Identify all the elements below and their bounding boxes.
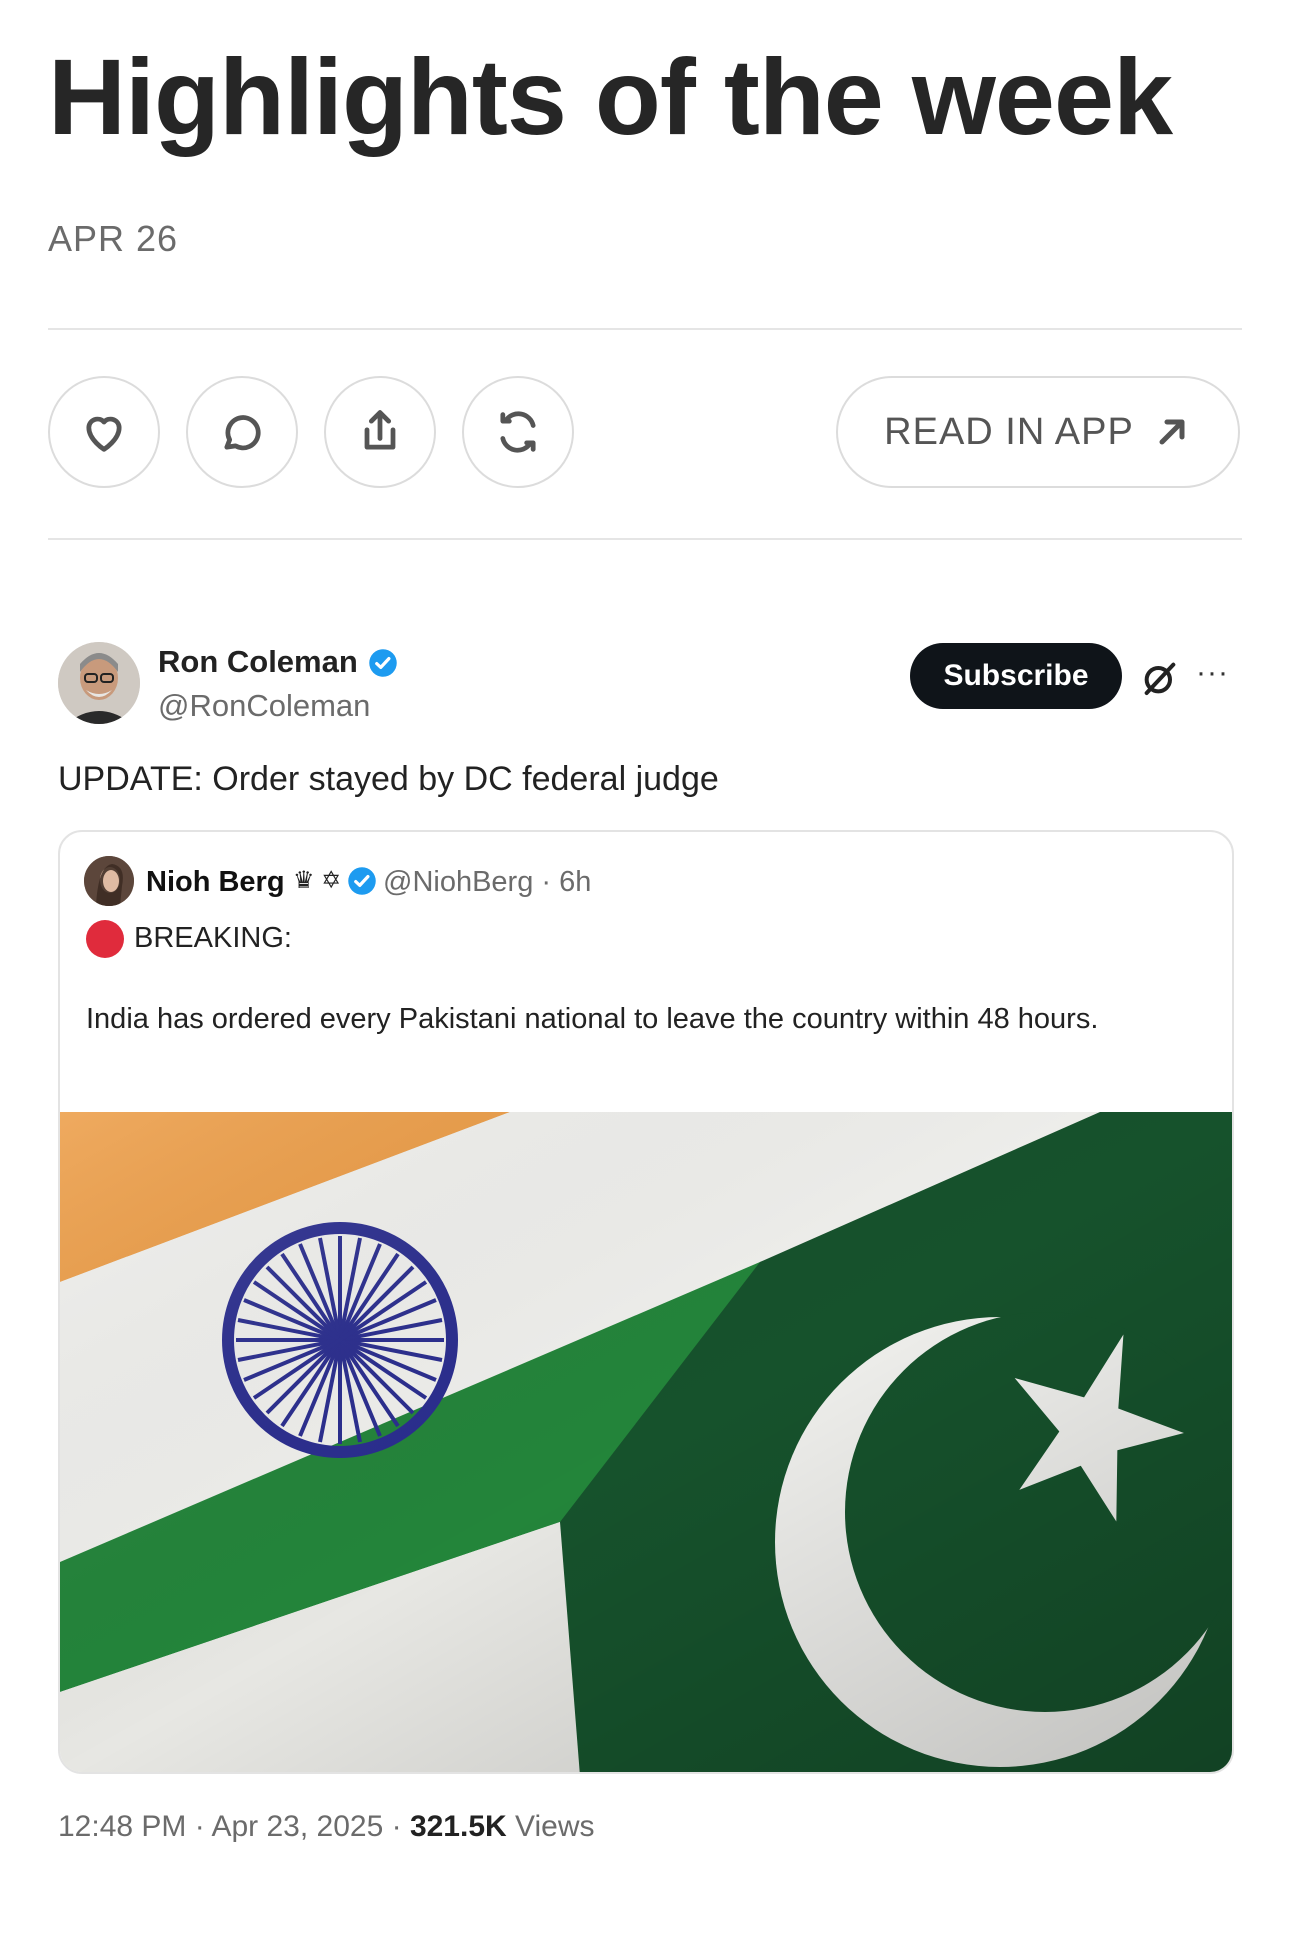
x-logo-icon[interactable] — [1140, 658, 1180, 698]
arrow-up-right-icon — [1159, 419, 1185, 445]
tweet-date[interactable]: Apr 23, 2025 — [211, 1810, 383, 1843]
like-button[interactable] — [48, 376, 160, 488]
tweet-time[interactable]: 12:48 PM — [58, 1810, 186, 1843]
read-in-app-label: READ IN APP — [884, 410, 1134, 453]
subscribe-button[interactable]: Subscribe — [910, 643, 1122, 709]
views-label: Views — [515, 1810, 595, 1843]
quote-author-handle[interactable]: @NiohBerg · 6h — [383, 866, 591, 899]
verified-badge-icon — [369, 649, 397, 677]
quote-verified-badge-icon — [348, 867, 376, 895]
quoted-tweet-card[interactable]: Nioh Berg ♛ ✡ @NiohBerg · 6h BREAKING: I… — [58, 830, 1234, 1774]
comment-button[interactable] — [186, 376, 298, 488]
india-pakistan-flags-image[interactable] — [60, 1112, 1234, 1774]
red-circle-icon — [86, 920, 124, 958]
divider-bottom — [48, 538, 1242, 540]
meta-separator: · — [391, 1810, 402, 1843]
restack-button[interactable] — [462, 376, 574, 488]
quote-author-name[interactable]: Nioh Berg — [146, 866, 285, 899]
tweet-meta: 12:48 PM · Apr 23, 2025 · 321.5K Views — [58, 1810, 595, 1844]
quote-body: India has ordered every Pakistani nation… — [86, 1003, 1099, 1035]
restack-icon — [500, 411, 536, 453]
quote-breaking-label: BREAKING: — [134, 922, 292, 954]
author-handle[interactable]: @RonColeman — [158, 688, 370, 724]
comment-icon — [224, 415, 261, 451]
read-in-app-button[interactable]: READ IN APP — [836, 376, 1240, 488]
more-options-icon[interactable]: ··· — [1196, 658, 1229, 688]
page-title: Highlights of the week — [48, 36, 1173, 157]
quote-author-badges: ♛ ✡ — [293, 867, 342, 894]
views-count: 321.5K — [409, 1810, 507, 1843]
author-avatar-image — [58, 642, 140, 724]
divider-top — [48, 328, 1242, 330]
share-button[interactable] — [324, 376, 436, 488]
post-date: APR 26 — [48, 218, 179, 259]
heart-icon — [86, 416, 122, 452]
meta-separator: · — [194, 1810, 205, 1843]
author-name[interactable]: Ron Coleman — [158, 644, 358, 680]
quote-avatar[interactable] — [84, 856, 134, 906]
tweet-text: UPDATE: Order stayed by DC federal judge — [58, 760, 719, 798]
avatar[interactable] — [58, 642, 140, 724]
share-icon — [364, 410, 396, 450]
quote-avatar-image — [84, 856, 134, 906]
